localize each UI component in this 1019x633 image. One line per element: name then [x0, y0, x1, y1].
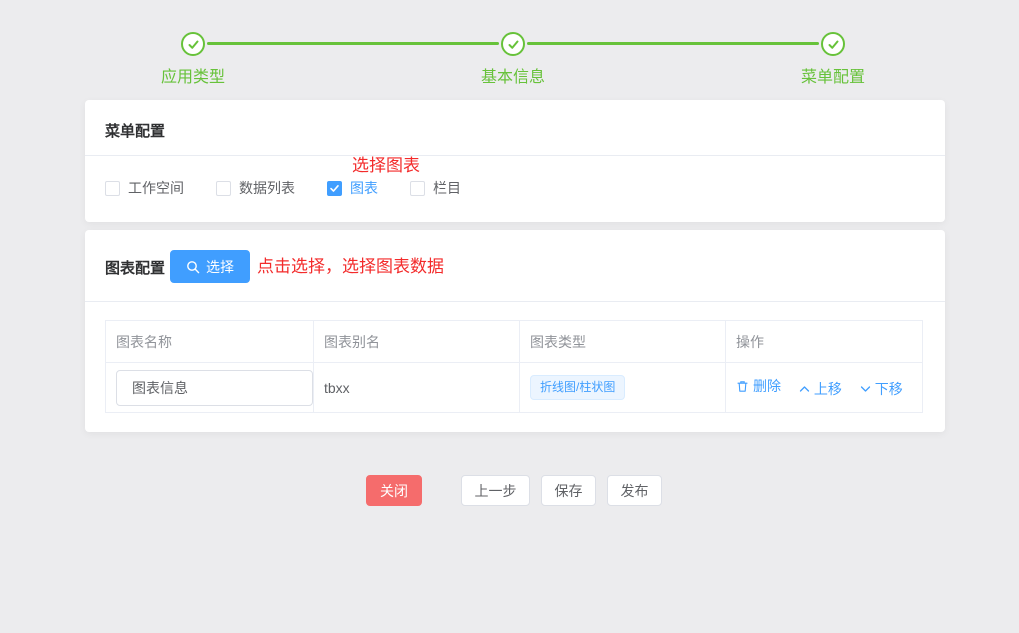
step-connector: [527, 42, 819, 45]
caret-down-icon: [860, 385, 871, 393]
search-icon: [186, 260, 200, 274]
header-actions: 操作: [726, 321, 923, 363]
header-chart-name: 图表名称: [106, 321, 314, 363]
checkbox-label: 工作空间: [128, 178, 184, 198]
checkbox-label: 栏目: [433, 178, 461, 198]
cell-chart-name: [106, 363, 314, 413]
select-button-label: 选择: [206, 257, 234, 277]
menu-config-card: 菜单配置 选择图表 工作空间 数据列表 图表 栏目: [85, 100, 945, 222]
checkbox-chart[interactable]: 图表: [327, 178, 378, 198]
step-check-icon: [181, 32, 205, 56]
delete-link[interactable]: 删除: [736, 376, 781, 396]
checkbox-icon: [105, 181, 120, 196]
step-label-basic-info[interactable]: 基本信息: [433, 63, 593, 87]
stepper: 应用类型 基本信息 菜单配置: [0, 0, 1019, 95]
checkbox-icon: [216, 181, 231, 196]
table-row: tbxx 折线图/柱状图 删除: [106, 363, 923, 413]
publish-button[interactable]: 发布: [607, 475, 662, 506]
divider: [85, 155, 945, 156]
checkbox-label: 图表: [350, 178, 378, 198]
caret-up-icon: [799, 385, 810, 393]
annotation-click-select: 点击选择，选择图表数据: [257, 252, 444, 277]
checkbox-workspace[interactable]: 工作空间: [105, 178, 184, 198]
move-up-link[interactable]: 上移: [799, 379, 842, 399]
step-connector: [207, 42, 499, 45]
annotation-select-chart: 选择图表: [352, 151, 420, 176]
step-label-menu-config[interactable]: 菜单配置: [753, 63, 913, 87]
cell-chart-alias: tbxx: [314, 363, 520, 413]
checkbox-column[interactable]: 栏目: [410, 178, 461, 198]
menu-checkbox-group: 工作空间 数据列表 图表 栏目: [105, 170, 493, 206]
checkbox-icon: [410, 181, 425, 196]
close-button[interactable]: 关闭: [366, 475, 422, 506]
step-check-icon: [501, 32, 525, 56]
move-down-link[interactable]: 下移: [860, 379, 903, 399]
chart-table: 图表名称 图表别名 图表类型 操作 tbxx 折线图/柱状图: [105, 320, 922, 413]
step-label-app-type[interactable]: 应用类型: [113, 63, 273, 87]
cell-chart-type: 折线图/柱状图: [520, 363, 726, 413]
move-up-label: 上移: [814, 379, 842, 399]
menu-card-title: 菜单配置: [105, 120, 165, 141]
select-chart-button[interactable]: 选择: [170, 250, 250, 283]
prev-step-button[interactable]: 上一步: [461, 475, 530, 506]
chart-name-input[interactable]: [116, 370, 313, 406]
wizard-page: 应用类型 基本信息 菜单配置 菜单配置 选择图表 工作空间 数据列表 图表 栏目: [0, 0, 1019, 633]
delete-label: 删除: [753, 376, 781, 396]
chart-card-title: 图表配置: [105, 257, 165, 278]
save-button[interactable]: 保存: [541, 475, 596, 506]
divider: [85, 301, 945, 302]
step-check-icon: [821, 32, 845, 56]
chart-config-card: 图表配置 选择 点击选择，选择图表数据 图表名称 图表别名 图表类型 操作: [85, 230, 945, 432]
checkbox-icon: [327, 181, 342, 196]
move-down-label: 下移: [875, 379, 903, 399]
checkbox-data-list[interactable]: 数据列表: [216, 178, 295, 198]
trash-icon: [736, 380, 749, 393]
header-chart-type: 图表类型: [520, 321, 726, 363]
cell-actions: 删除 上移: [726, 363, 923, 413]
chart-type-tag: 折线图/柱状图: [530, 375, 625, 401]
table-header-row: 图表名称 图表别名 图表类型 操作: [106, 321, 923, 363]
checkbox-label: 数据列表: [239, 178, 295, 198]
header-chart-alias: 图表别名: [314, 321, 520, 363]
